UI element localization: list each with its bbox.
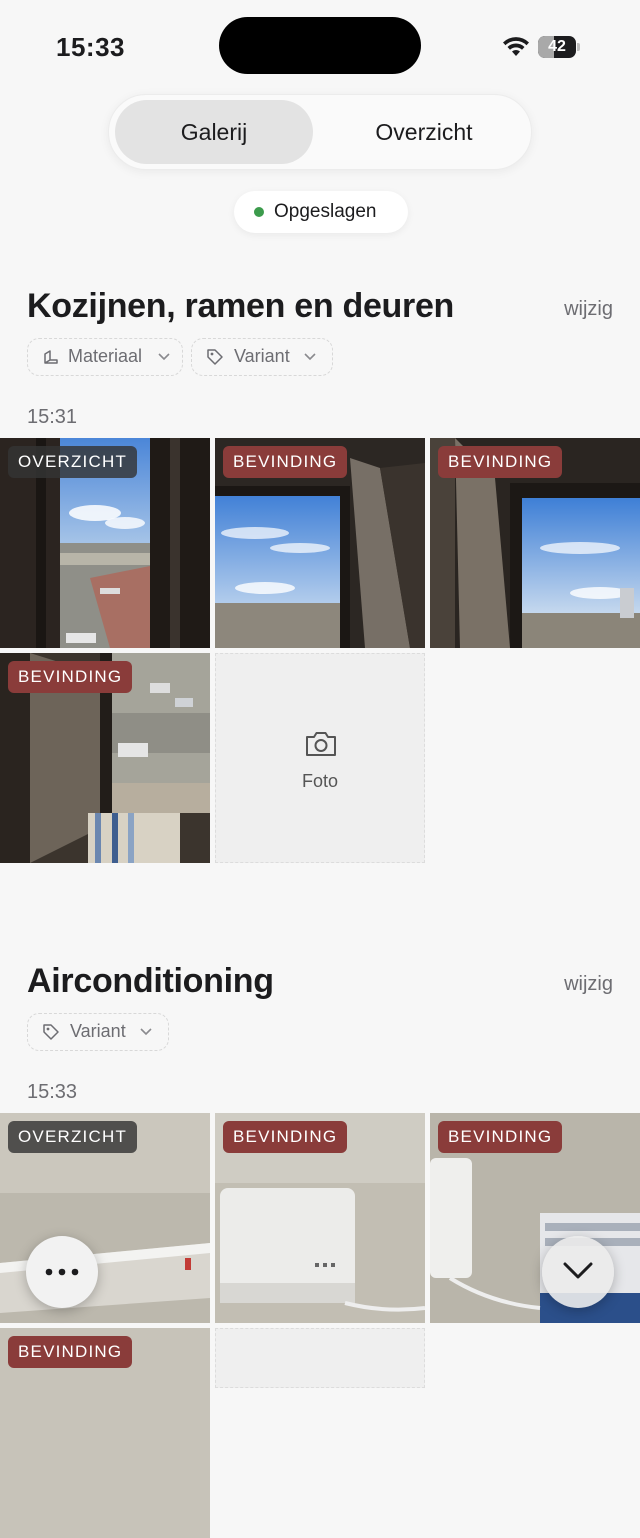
wifi-icon	[503, 37, 529, 56]
photo-thumbnail[interactable]: BEVINDING	[430, 438, 640, 648]
photo-group-time: 15:33	[27, 1081, 78, 1103]
section-title: Airconditioning	[27, 962, 274, 1000]
photo-thumbnail[interactable]: BEVINDING	[0, 653, 210, 863]
chevron-down-icon	[140, 1028, 152, 1036]
chip-label: Variant	[234, 346, 290, 366]
tab-gallery[interactable]: Galerij	[115, 100, 313, 164]
save-status-label: Opgeslagen	[274, 201, 377, 222]
chip-label: Materiaal	[68, 346, 143, 366]
ellipsis-icon	[45, 1268, 79, 1276]
tag-icon	[43, 1024, 59, 1040]
battery-icon: 42	[538, 36, 576, 58]
view-switcher: Galerij Overzicht	[108, 94, 532, 170]
photo-thumbnail[interactable]: BEVINDING	[430, 1113, 640, 1323]
more-options-button[interactable]	[26, 1236, 98, 1308]
photo-group-time: 15:31	[27, 406, 78, 428]
photo-type-badge: BEVINDING	[223, 1121, 348, 1153]
variant-filter-chip[interactable]: Variant	[191, 338, 333, 376]
chevron-down-icon	[158, 353, 170, 361]
chevron-down-icon	[563, 1262, 593, 1279]
tag-icon	[207, 349, 223, 365]
camera-icon	[306, 732, 336, 756]
battery-percentage: 42	[548, 38, 566, 55]
chevron-down-icon	[304, 353, 316, 361]
dynamic-island	[219, 17, 421, 74]
scroll-down-button[interactable]	[542, 1236, 614, 1308]
photo-type-badge: BEVINDING	[438, 1121, 563, 1153]
status-bar: 15:33 42	[0, 0, 640, 90]
photo-type-badge: OVERZICHT	[8, 1121, 138, 1153]
save-status-badge: Opgeslagen	[234, 191, 408, 233]
photo-thumbnail[interactable]: BEVINDING	[0, 1328, 210, 1538]
edit-link[interactable]: wijzig	[564, 973, 613, 996]
photo-thumbnail[interactable]: BEVINDING	[215, 1113, 425, 1323]
section-title: Kozijnen, ramen en deuren	[27, 287, 455, 325]
chip-label: Variant	[70, 1021, 126, 1041]
photo-type-badge: BEVINDING	[8, 1336, 133, 1368]
photo-thumbnail[interactable]: BEVINDING	[215, 438, 425, 648]
photo-type-badge: OVERZICHT	[8, 446, 138, 478]
add-photo-button[interactable]: Foto	[215, 653, 425, 863]
photo-type-badge: BEVINDING	[8, 661, 133, 693]
material-filter-chip[interactable]: Materiaal	[27, 338, 183, 376]
photo-type-badge: BEVINDING	[223, 446, 348, 478]
add-photo-button[interactable]	[215, 1328, 425, 1388]
battery-nub	[577, 43, 580, 51]
tab-overview[interactable]: Overzicht	[321, 100, 527, 164]
variant-filter-chip[interactable]: Variant	[27, 1013, 169, 1051]
edit-link[interactable]: wijzig	[564, 298, 613, 321]
saved-indicator-dot	[254, 207, 264, 217]
material-icon	[44, 350, 58, 364]
photo-thumbnail[interactable]: OVERZICHT	[0, 438, 210, 648]
status-time: 15:33	[56, 32, 125, 62]
add-photo-label: Foto	[301, 771, 339, 791]
photo-type-badge: BEVINDING	[438, 446, 563, 478]
